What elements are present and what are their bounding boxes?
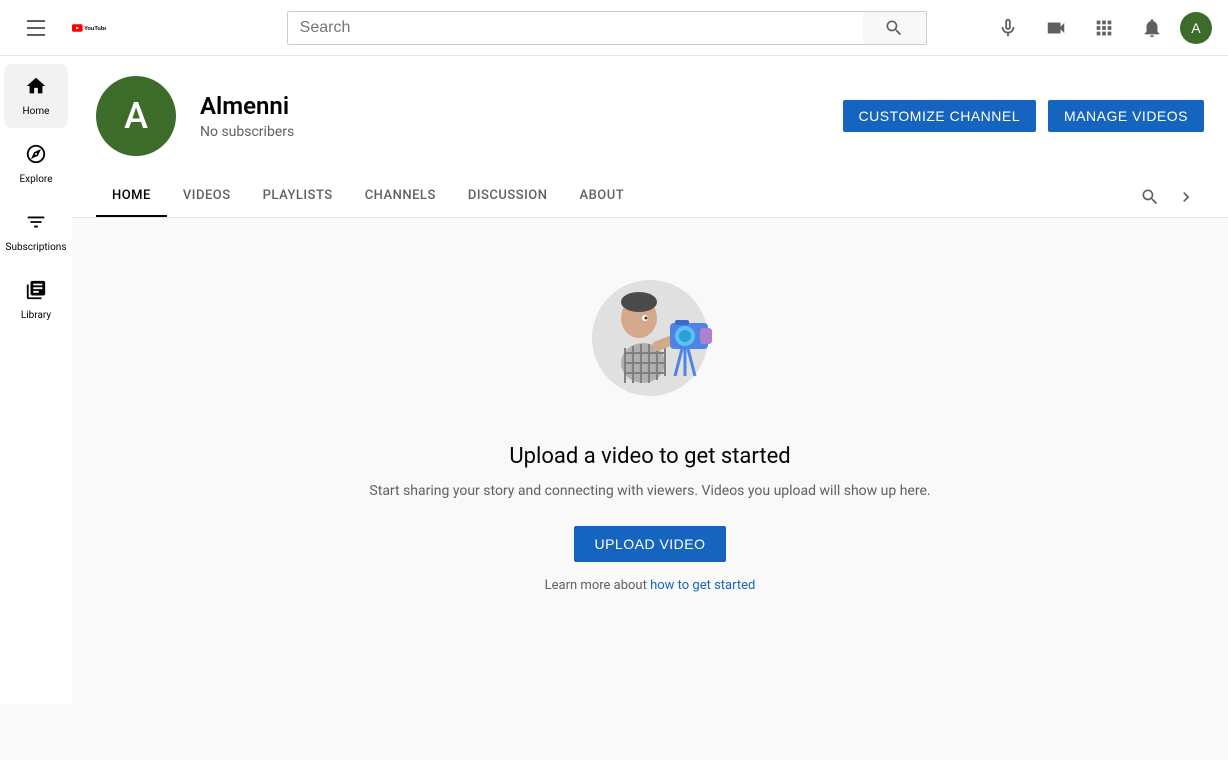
main-content: A Almenni No subscribers CUSTOMIZE CHANN… xyxy=(72,56,1228,633)
channel-info: A Almenni No subscribers CUSTOMIZE CHANN… xyxy=(96,76,1204,156)
upload-video-button[interactable]: UPLOAD VIDEO xyxy=(574,526,725,562)
channel-avatar: A xyxy=(96,76,176,156)
channel-subscribers: No subscribers xyxy=(200,124,819,140)
sidebar-item-home[interactable]: Home xyxy=(4,64,68,128)
home-icon xyxy=(25,75,47,102)
empty-state-title: Upload a video to get started xyxy=(509,444,790,469)
create-button[interactable] xyxy=(1036,8,1076,48)
channel-body: Upload a video to get started Start shar… xyxy=(72,218,1228,633)
channel-name: Almenni xyxy=(200,92,819,120)
header-right: A xyxy=(988,8,1212,48)
tab-about[interactable]: ABOUT xyxy=(563,176,640,217)
youtube-logo-svg: YouTube xyxy=(72,16,106,40)
library-icon xyxy=(25,279,47,306)
explore-icon xyxy=(25,143,47,170)
sidebar-library-label: Library xyxy=(21,310,51,321)
search-button[interactable] xyxy=(863,11,927,45)
sidebar-explore-label: Explore xyxy=(20,174,53,185)
search-input[interactable] xyxy=(287,11,863,45)
empty-state: Upload a video to get started Start shar… xyxy=(369,258,930,593)
apps-grid-icon xyxy=(1093,17,1115,39)
search-form[interactable] xyxy=(287,11,927,45)
user-avatar-button[interactable]: A xyxy=(1180,12,1212,44)
empty-state-subtitle: Start sharing your story and connecting … xyxy=(369,481,930,502)
tab-search-icon xyxy=(1140,187,1160,207)
sidebar: Home Explore Subscriptions Library xyxy=(0,56,72,704)
tab-search-button[interactable] xyxy=(1132,179,1168,215)
channel-meta: Almenni No subscribers xyxy=(200,92,819,140)
apps-button[interactable] xyxy=(1084,8,1124,48)
channel-actions: CUSTOMIZE CHANNEL MANAGE VIDEOS xyxy=(843,100,1204,132)
notifications-button[interactable] xyxy=(1132,8,1172,48)
how-to-get-started-link[interactable]: how to get started xyxy=(650,578,755,593)
tab-channels[interactable]: CHANNELS xyxy=(349,176,452,217)
youtube-logo[interactable]: YouTube xyxy=(72,16,106,40)
customize-channel-button[interactable]: CUSTOMIZE CHANNEL xyxy=(843,100,1036,132)
header-left: YouTube xyxy=(16,8,256,48)
header: YouTube xyxy=(0,0,1228,56)
manage-videos-button[interactable]: MANAGE VIDEOS xyxy=(1048,100,1204,132)
tab-discussion[interactable]: DISCUSSION xyxy=(452,176,564,217)
tab-videos[interactable]: VIDEOS xyxy=(167,176,247,217)
sidebar-subscriptions-label: Subscriptions xyxy=(6,242,67,253)
sidebar-item-subscriptions[interactable]: Subscriptions xyxy=(4,200,68,264)
sidebar-item-explore[interactable]: Explore xyxy=(4,132,68,196)
channel-header: A Almenni No subscribers CUSTOMIZE CHANN… xyxy=(72,56,1228,218)
search-icon xyxy=(884,18,904,38)
empty-illustration xyxy=(575,258,725,444)
tab-home[interactable]: HOME xyxy=(96,176,167,217)
tabs-more-button[interactable] xyxy=(1168,179,1204,215)
svg-text:YouTube: YouTube xyxy=(84,25,106,31)
mic-icon xyxy=(997,17,1019,39)
channel-tabs: HOME VIDEOS PLAYLISTS CHANNELS DISCUSSIO… xyxy=(96,176,1204,217)
bell-icon xyxy=(1141,17,1163,39)
sidebar-home-label: Home xyxy=(23,106,50,117)
subscriptions-icon xyxy=(25,211,47,238)
menu-button[interactable] xyxy=(16,8,56,48)
header-center xyxy=(287,11,927,45)
video-camera-icon xyxy=(1045,17,1067,39)
tab-playlists[interactable]: PLAYLISTS xyxy=(247,176,349,217)
learn-more-text: Learn more about how to get started xyxy=(545,578,756,593)
chevron-right-icon xyxy=(1176,187,1196,207)
mic-button[interactable] xyxy=(988,8,1028,48)
sidebar-item-library[interactable]: Library xyxy=(4,268,68,332)
